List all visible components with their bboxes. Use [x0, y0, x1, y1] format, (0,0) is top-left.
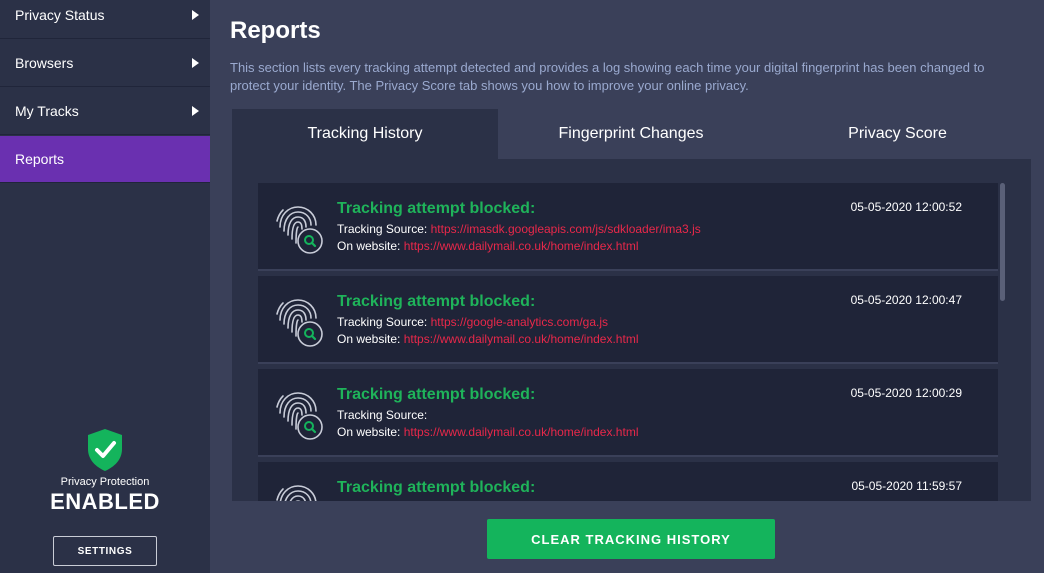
- log-website-label: On website:: [337, 332, 401, 346]
- clear-tracking-history-button[interactable]: CLEAR TRACKING HISTORY: [487, 519, 775, 559]
- sidebar: Privacy Status Browsers My Tracks Report…: [0, 0, 210, 573]
- settings-button[interactable]: SETTINGS: [53, 536, 157, 566]
- chevron-right-icon: [192, 10, 199, 20]
- protection-label: Privacy Protection: [60, 476, 150, 488]
- log-item: Tracking attempt blocked: Tracking Sourc…: [258, 369, 998, 457]
- log-title: Tracking attempt blocked:: [337, 479, 536, 496]
- sidebar-item-label: Reports: [15, 151, 65, 167]
- tab-fingerprint-changes[interactable]: Fingerprint Changes: [498, 109, 764, 159]
- tab-label: Privacy Score: [848, 125, 947, 142]
- log-item: Tracking attempt blocked: Tracking Sourc…: [258, 276, 998, 364]
- log-website-url[interactable]: https://www.dailymail.co.uk/home/index.h…: [404, 332, 639, 346]
- log-timestamp: 05-05-2020 12:00:47: [850, 293, 962, 307]
- log-source-url[interactable]: https://google-analytics.com/ga.js: [431, 315, 608, 329]
- sidebar-item-reports[interactable]: Reports: [0, 136, 210, 183]
- tab-bar: Tracking History Fingerprint Changes Pri…: [232, 109, 1031, 159]
- log-website: On website: https://www.dailymail.co.uk/…: [337, 332, 638, 346]
- log-timestamp: 05-05-2020 12:00:52: [850, 200, 962, 214]
- tab-tracking-history[interactable]: Tracking History: [232, 109, 498, 159]
- fingerprint-search-icon: [276, 485, 317, 501]
- fingerprint-search-icon: [276, 299, 323, 347]
- log-source: Tracking Source: https://google-analytic…: [337, 315, 608, 329]
- shield-check-icon: [88, 429, 122, 471]
- page-description: This section lists every tracking attemp…: [230, 60, 985, 93]
- sidebar-item-browsers[interactable]: Browsers: [0, 40, 210, 87]
- tab-label: Tracking History: [307, 125, 423, 142]
- log-source: Tracking Source:: [337, 408, 427, 422]
- log-website-label: On website:: [337, 425, 401, 439]
- log-website-label: On website:: [337, 239, 401, 253]
- log-scrollbar[interactable]: [1000, 183, 1005, 301]
- log-title: Tracking attempt blocked:: [337, 200, 536, 217]
- log-timestamp: 05-05-2020 12:00:29: [850, 386, 962, 400]
- log-title: Tracking attempt blocked:: [337, 386, 536, 403]
- log-source-label: Tracking Source:: [337, 408, 428, 422]
- fingerprint-search-icon: [276, 206, 323, 254]
- chevron-right-icon: [192, 58, 199, 68]
- log-item: Tracking attempt blocked: 05-05-2020 11:…: [258, 462, 998, 501]
- protection-status: ENABLED: [50, 489, 160, 514]
- log-source-label: Tracking Source:: [337, 315, 428, 329]
- log-website-url[interactable]: https://www.dailymail.co.uk/home/index.h…: [404, 239, 639, 253]
- sidebar-item-label: Browsers: [15, 55, 74, 71]
- log-source-label: Tracking Source:: [337, 222, 428, 236]
- log-source: Tracking Source: https://imasdk.googleap…: [337, 222, 701, 236]
- fingerprint-search-icon: [276, 392, 323, 440]
- log-website: On website: https://www.dailymail.co.uk/…: [337, 239, 638, 253]
- tracking-log-panel: Tracking attempt blocked: Tracking Sourc…: [232, 159, 1031, 501]
- log-website-url[interactable]: https://www.dailymail.co.uk/home/index.h…: [404, 425, 639, 439]
- protection-shield: [0, 428, 210, 472]
- log-timestamp: 05-05-2020 11:59:57: [851, 479, 962, 493]
- chevron-right-icon: [192, 106, 199, 116]
- sidebar-item-privacy-status[interactable]: Privacy Status: [0, 0, 210, 39]
- sidebar-item-label: My Tracks: [15, 103, 79, 119]
- log-source-url[interactable]: https://imasdk.googleapis.com/js/sdkload…: [431, 222, 701, 236]
- log-website: On website: https://www.dailymail.co.uk/…: [337, 425, 638, 439]
- sidebar-item-my-tracks[interactable]: My Tracks: [0, 88, 210, 135]
- tab-label: Fingerprint Changes: [558, 125, 704, 142]
- page-title: Reports: [230, 17, 321, 44]
- tab-privacy-score[interactable]: Privacy Score: [764, 109, 1031, 159]
- log-item: Tracking attempt blocked: Tracking Sourc…: [258, 183, 998, 271]
- log-title: Tracking attempt blocked:: [337, 293, 536, 310]
- sidebar-item-label: Privacy Status: [15, 7, 105, 23]
